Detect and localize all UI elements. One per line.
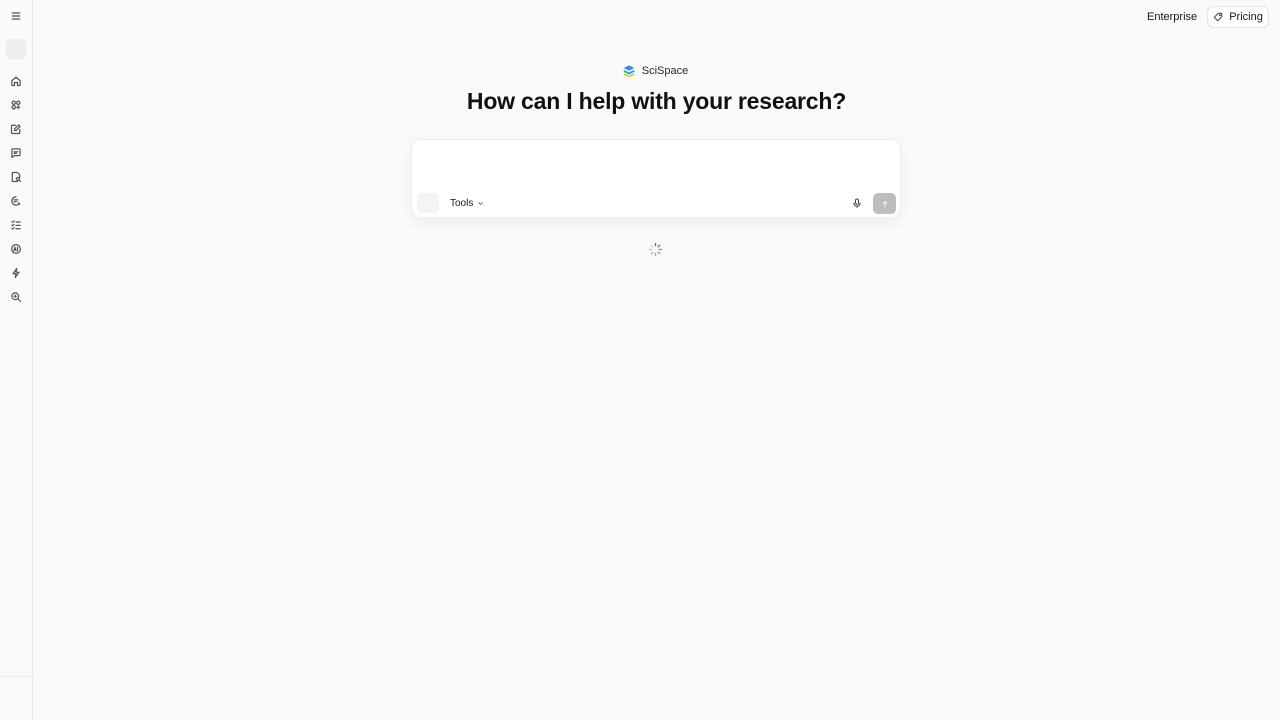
brand: SciSpace [0,64,1280,78]
workspace-avatar[interactable] [6,39,26,59]
menu-icon[interactable] [6,6,26,26]
loading-spinner-icon [648,242,663,257]
send-button[interactable] [873,193,896,214]
scispace-logo-icon [623,65,634,78]
tools-label: Tools [450,197,474,209]
prompt-input[interactable] [422,148,890,186]
microphone-button[interactable] [849,194,865,212]
ai-detector-icon[interactable] [6,239,26,259]
brand-name: SciSpace [641,65,689,77]
pricing-button[interactable]: Pricing [1207,6,1269,28]
sidebar [0,0,33,720]
extract-data-icon[interactable] [6,215,26,235]
chevron-down-icon [478,201,484,205]
enterprise-link[interactable]: Enterprise [1140,9,1204,25]
literature-review-icon[interactable] [6,167,26,187]
tag-icon [1213,12,1223,22]
chat-icon[interactable] [6,143,26,163]
pricing-label: Pricing [1229,11,1263,23]
composer: Tools [411,139,901,218]
attach-button[interactable] [417,193,439,213]
tools-dropdown[interactable]: Tools [450,195,484,211]
microphone-icon [853,198,861,208]
flash-icon[interactable] [6,263,26,283]
page-title: How can I help with your research? [466,88,847,114]
search-icon[interactable] [6,287,26,307]
write-icon[interactable] [6,119,26,139]
sidebar-divider [0,676,33,677]
agents-icon[interactable] [6,95,26,115]
paraphrase-icon[interactable] [6,191,26,211]
arrow-up-icon [882,200,887,207]
